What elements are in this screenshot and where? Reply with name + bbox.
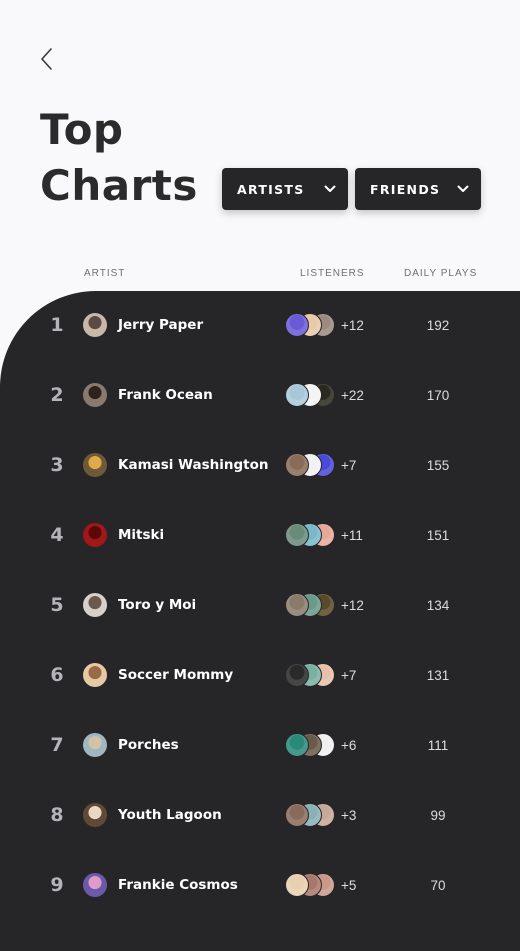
column-header-listeners: LISTENERS — [300, 268, 365, 279]
daily-plays-count: 134 — [426, 597, 450, 613]
chart-row[interactable]: 4 Mitski +11 151 — [0, 500, 520, 570]
listener-avatar — [285, 523, 309, 547]
chart-row[interactable]: 8 Youth Lagoon +3 99 — [0, 780, 520, 850]
daily-plays-count: 170 — [426, 387, 450, 403]
daily-plays-count: 151 — [426, 527, 450, 543]
artist-avatar — [83, 383, 107, 407]
artist-name[interactable]: Frankie Cosmos — [118, 850, 238, 920]
artist-avatar — [83, 873, 107, 897]
rank-number: 7 — [50, 734, 64, 756]
artist-avatar — [83, 453, 107, 477]
chart-row[interactable]: 3 Kamasi Washington +7 155 — [0, 430, 520, 500]
listeners-more-count: +11 — [341, 527, 363, 543]
chevron-left-icon — [39, 47, 53, 71]
back-button[interactable] — [34, 46, 58, 72]
listener-avatars[interactable] — [285, 523, 341, 547]
friends-dropdown[interactable]: FRIENDS — [355, 168, 481, 210]
rank-number: 1 — [50, 314, 64, 336]
listener-avatars[interactable] — [285, 593, 341, 617]
rank-number: 2 — [50, 384, 64, 406]
artist-name[interactable]: Toro y Moi — [118, 570, 196, 640]
artist-name[interactable]: Kamasi Washington — [118, 430, 269, 500]
artist-avatar — [83, 313, 107, 337]
listener-avatar — [285, 453, 309, 477]
rank-number: 5 — [50, 594, 64, 616]
listener-avatars[interactable] — [285, 873, 341, 897]
listeners-more-count: +7 — [341, 667, 357, 683]
chart-row[interactable]: 6 Soccer Mommy +7 131 — [0, 640, 520, 710]
listener-avatar — [285, 593, 309, 617]
artists-dropdown[interactable]: ARTISTS — [222, 168, 348, 210]
chevron-down-icon — [324, 185, 336, 193]
listener-avatars[interactable] — [285, 453, 341, 477]
artist-name[interactable]: Youth Lagoon — [118, 780, 222, 850]
chart-row[interactable]: 1 Jerry Paper +12 192 — [0, 290, 520, 360]
chart-row[interactable]: 7 Porches +6 111 — [0, 710, 520, 780]
artist-avatar — [83, 663, 107, 687]
listener-avatar — [285, 663, 309, 687]
artist-avatar — [83, 523, 107, 547]
rank-number: 4 — [50, 524, 64, 546]
listener-avatars[interactable] — [285, 663, 341, 687]
daily-plays-count: 70 — [430, 877, 446, 893]
daily-plays-count: 111 — [427, 737, 449, 753]
daily-plays-count: 155 — [426, 457, 450, 473]
listener-avatar — [285, 803, 309, 827]
page-title-line-2: Charts — [40, 161, 198, 210]
listener-avatar — [285, 313, 309, 337]
listener-avatar — [285, 873, 309, 897]
listener-avatars[interactable] — [285, 733, 341, 757]
artist-name[interactable]: Jerry Paper — [118, 290, 203, 360]
chevron-down-icon — [457, 185, 469, 193]
chart-row[interactable]: 2 Frank Ocean +22 170 — [0, 360, 520, 430]
artist-name[interactable]: Porches — [118, 710, 179, 780]
artist-avatar — [83, 803, 107, 827]
column-header-daily-plays: DAILY PLAYS — [404, 268, 478, 279]
listener-avatars[interactable] — [285, 313, 341, 337]
friends-dropdown-label: FRIENDS — [370, 181, 441, 197]
artist-name[interactable]: Soccer Mommy — [118, 640, 233, 710]
listeners-more-count: +7 — [341, 457, 357, 473]
daily-plays-count: 131 — [426, 667, 450, 683]
listeners-more-count: +6 — [341, 737, 357, 753]
listeners-more-count: +22 — [341, 387, 364, 403]
listeners-more-count: +12 — [341, 597, 364, 613]
artist-avatar — [83, 593, 107, 617]
page-title: Top Charts — [40, 102, 198, 214]
daily-plays-count: 192 — [426, 317, 450, 333]
column-header-artist: ARTIST — [84, 268, 126, 279]
artist-name[interactable]: Frank Ocean — [118, 360, 213, 430]
listener-avatar — [285, 733, 309, 757]
page-title-line-1: Top — [40, 105, 124, 154]
listeners-more-count: +12 — [341, 317, 364, 333]
artist-name[interactable]: Mitski — [118, 500, 164, 570]
listener-avatar — [285, 383, 309, 407]
daily-plays-count: 99 — [430, 807, 446, 823]
rank-number: 9 — [50, 874, 64, 896]
listeners-more-count: +3 — [341, 807, 357, 823]
rank-number: 3 — [50, 454, 64, 476]
chart-row[interactable]: 5 Toro y Moi +12 134 — [0, 570, 520, 640]
listeners-more-count: +5 — [341, 877, 357, 893]
rank-number: 8 — [50, 804, 64, 826]
artists-dropdown-label: ARTISTS — [237, 181, 305, 197]
artist-avatar — [83, 733, 107, 757]
chart-row[interactable]: 9 Frankie Cosmos +5 70 — [0, 850, 520, 920]
rank-number: 6 — [50, 664, 64, 686]
listener-avatars[interactable] — [285, 803, 341, 827]
listener-avatars[interactable] — [285, 383, 341, 407]
